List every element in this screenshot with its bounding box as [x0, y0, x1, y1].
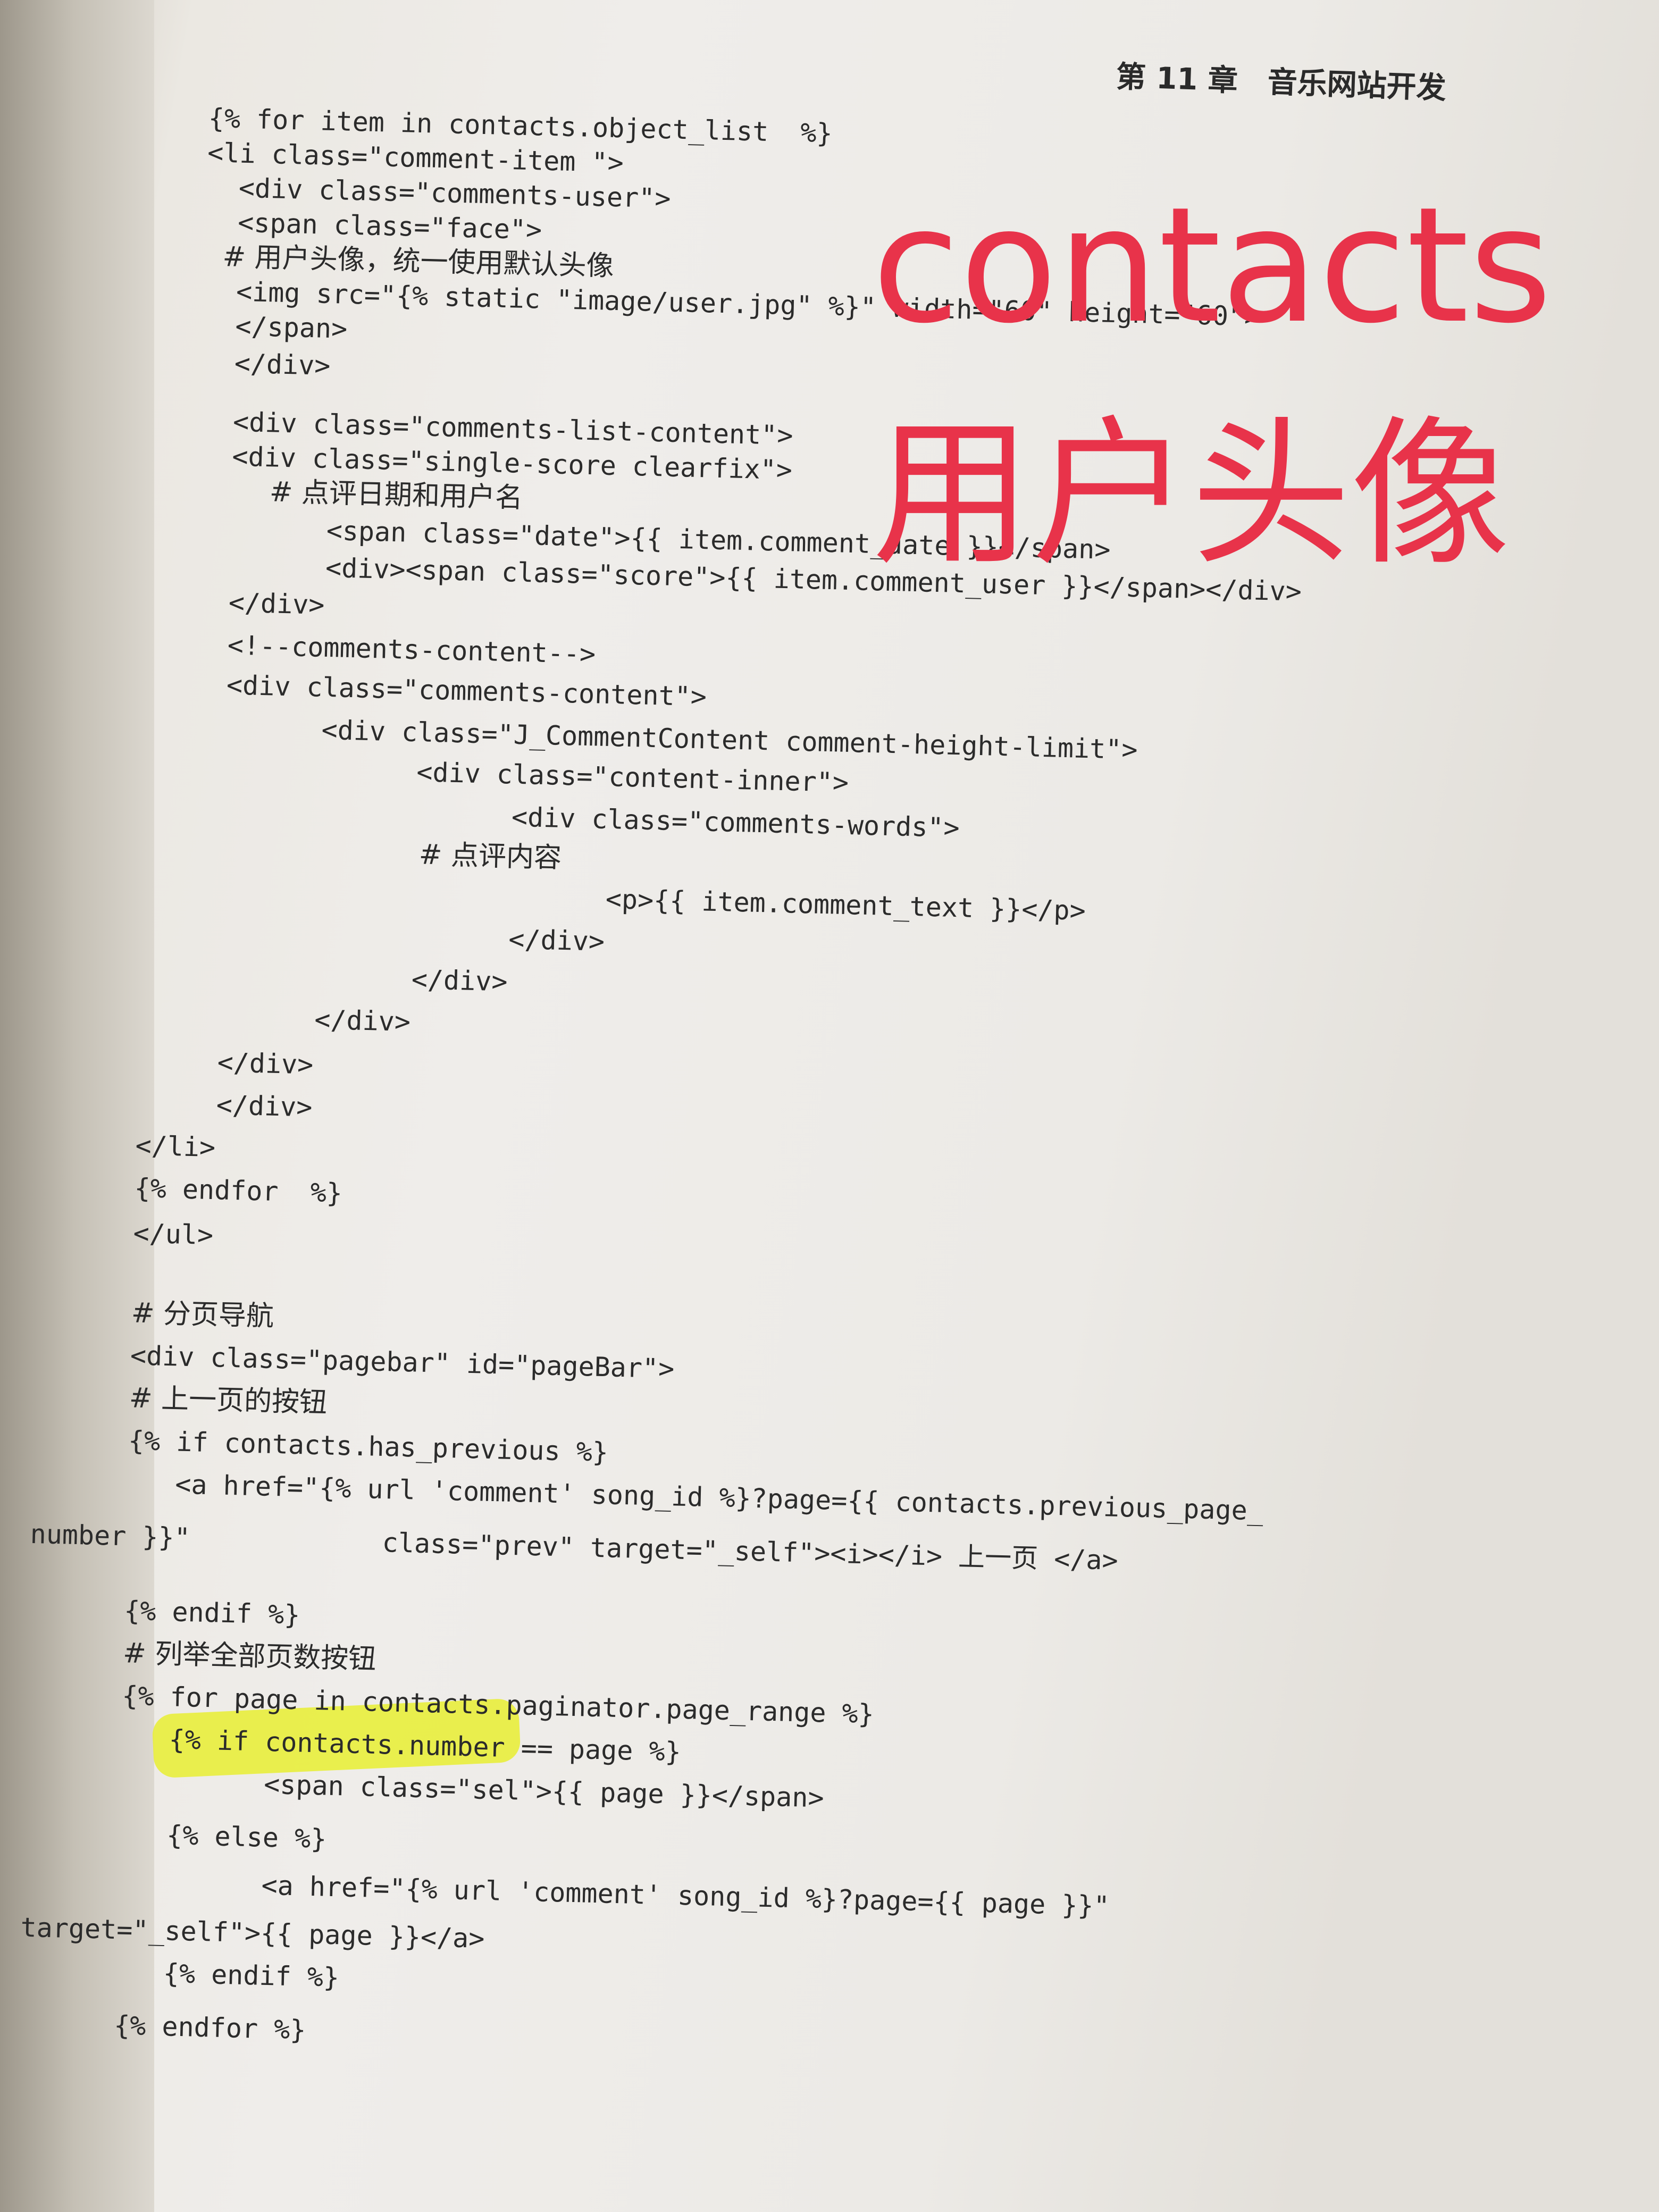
code-line-31: <div class="pagebar" id="pageBar"> [130, 1340, 675, 1385]
code-line-34: <a href="{% url 'comment' song_id %}?pag… [127, 1468, 1264, 1527]
code-line-44: {% endif %} [114, 1956, 340, 1993]
code-line-7: </span> [203, 310, 348, 345]
code-line-26: </div> [183, 1088, 313, 1123]
overlay-annotation-user-avatar: 用户头像 [872, 401, 1510, 587]
code-line-36: {% endif %} [123, 1595, 301, 1631]
code-line-30: # 分页导航 [131, 1297, 274, 1333]
code-line-11: # 点评日期和用户名 [199, 474, 523, 514]
code-line-40: <span class="sel">{{ page }}</span> [119, 1765, 825, 1814]
code-line-29: </ul> [132, 1218, 214, 1251]
book-page: 第 11 章 音乐网站开发 {% for item in contacts.ob… [0, 0, 1659, 2212]
code-line-24: </div> [186, 1001, 411, 1038]
code-line-14: </div> [196, 586, 325, 621]
overlay-annotation-contacts: contacts [872, 173, 1552, 358]
code-line-37: # 列举全部页数按钮 [122, 1637, 377, 1675]
code-line-43: target="_self">{{ page }}</a> [20, 1912, 485, 1954]
code-line-16: <div class="comments-content"> [194, 668, 707, 713]
code-line-28: {% endfor %} [134, 1172, 343, 1209]
code-line-23: </div> [187, 958, 508, 998]
code-line-20: # 点评内容 [190, 833, 562, 874]
code-line-41: {% else %} [118, 1819, 327, 1855]
code-line-27: </li> [135, 1130, 216, 1163]
code-line-45: {% endfor %} [113, 2009, 307, 2046]
code-line-15: <!--comments-content--> [195, 629, 596, 670]
code-line-33: {% if contacts.has_previous %} [128, 1425, 609, 1468]
code-line-25: </div> [185, 1046, 314, 1080]
code-line-4: <span class="face"> [205, 206, 542, 246]
code-line-18: <div class="content-inner"> [192, 751, 849, 799]
code-line-8: </div> [202, 347, 331, 381]
code-line-35: number }}" class="prev" target="_self"><… [30, 1518, 1119, 1576]
code-line-42: <a href="{% url 'comment' song_id %}?pag… [117, 1866, 1110, 1922]
code-line-32: # 上一页的按钮 [129, 1382, 328, 1419]
code-line-22: </div> [188, 916, 605, 957]
